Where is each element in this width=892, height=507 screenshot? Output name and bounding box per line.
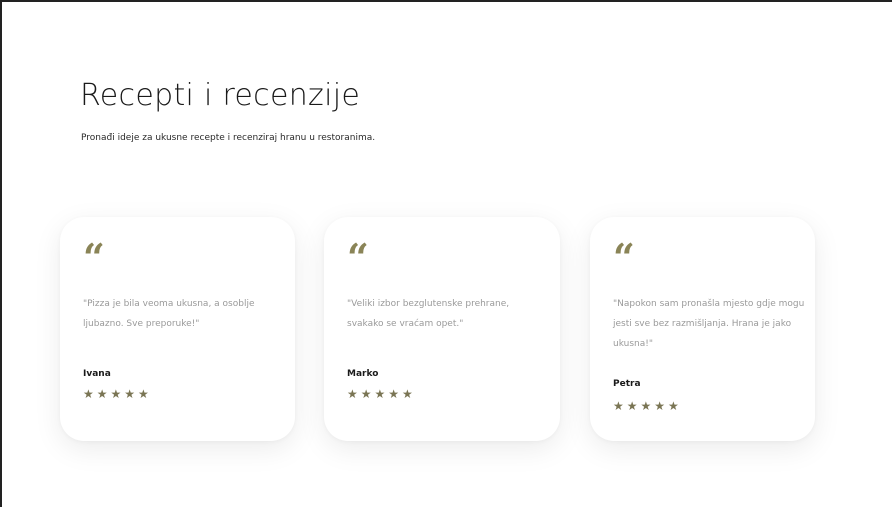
review-card: “ "Pizza je bila veoma ukusna, a osoblje… [60,217,295,441]
review-author: Marko [347,369,379,379]
quote-icon: “ [347,235,369,280]
star-rating: ★★★★★ [83,387,152,401]
page-subtitle: Pronađi ideje za ukusne recepte i recenz… [81,133,376,143]
page-frame: Recepti i recenzije Pronađi ideje za uku… [0,0,892,507]
star-rating: ★★★★★ [613,399,682,413]
quote-icon: “ [613,235,635,280]
review-text: "Veliki izbor bezglutenske prehrane, sva… [347,299,510,329]
review-author: Ivana [83,369,111,379]
review-card: “ "Veliki izbor bezglutenske prehrane, s… [324,217,560,441]
quote-icon: “ [83,235,105,280]
review-card: “ "Napokon sam pronašla mjesto gdje mogu… [590,217,815,441]
star-rating: ★★★★★ [347,387,416,401]
review-text: "Pizza je bila veoma ukusna, a osoblje l… [83,299,255,329]
review-author: Petra [613,379,641,389]
review-text: "Napokon sam pronašla mjesto gdje mogu j… [613,299,805,349]
page-title: Recepti i recenzije [80,78,361,113]
